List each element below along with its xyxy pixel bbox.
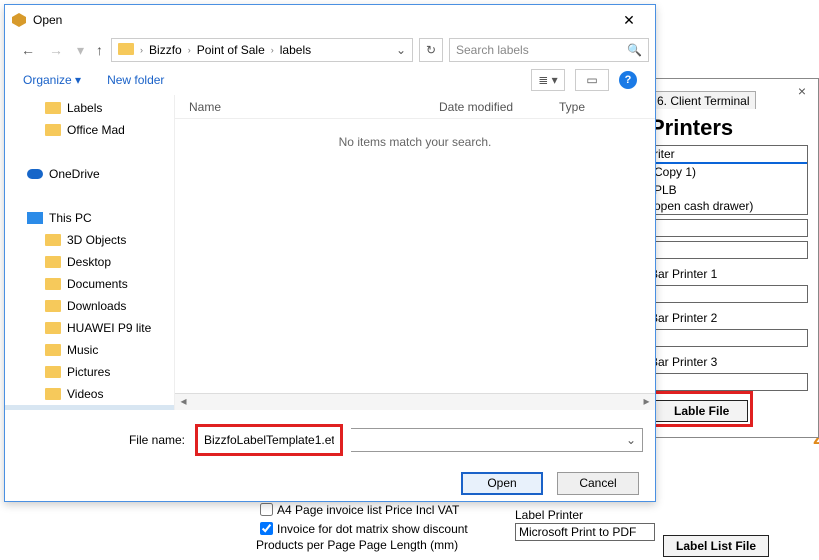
list-item[interactable]: riter: [651, 146, 807, 162]
tree-item[interactable]: OneDrive: [5, 163, 174, 185]
chevron-down-icon[interactable]: ⌄: [392, 43, 410, 57]
preview-pane-icon[interactable]: ▭: [575, 69, 609, 91]
help-icon[interactable]: ?: [619, 71, 637, 89]
checkbox-dotmatrix-discount[interactable]: Invoice for dot matrix show discount: [256, 519, 468, 538]
breadcrumb[interactable]: Point of Sale: [193, 43, 269, 57]
column-name[interactable]: Name: [189, 100, 439, 114]
address-bar[interactable]: › Bizzfo › Point of Sale › labels ⌄: [111, 38, 413, 62]
bar-printer-1-field[interactable]: [650, 285, 808, 303]
list-item[interactable]: open cash drawer): [651, 198, 807, 214]
printers-list[interactable]: riter Copy 1) PLB open cash drawer): [650, 145, 808, 215]
tree-item[interactable]: Pictures: [5, 361, 174, 383]
tree-item[interactable]: [5, 185, 174, 207]
new-folder-button[interactable]: New folder: [107, 73, 164, 87]
cancel-button[interactable]: Cancel: [557, 472, 639, 495]
folder-icon: [45, 102, 61, 114]
folder-icon: [45, 366, 61, 378]
bar-printer-3-field[interactable]: [650, 373, 808, 391]
breadcrumb[interactable]: labels: [276, 43, 315, 57]
cloud-icon: [27, 169, 43, 179]
organize-menu[interactable]: Organize ▾: [23, 73, 81, 87]
open-dialog: Open ✕ ← → ▾ ↑ › Bizzfo › Point of Sale …: [4, 4, 656, 502]
filetype-dropdown[interactable]: ⌄: [351, 428, 643, 452]
pc-icon: [27, 212, 43, 224]
label-printer-field[interactable]: Microsoft Print to PDF: [515, 523, 655, 541]
folder-icon: [45, 234, 61, 246]
printer-field[interactable]: [650, 241, 808, 259]
tree-item[interactable]: Labels: [5, 97, 174, 119]
label: Products per Page Page Length (mm): [256, 538, 468, 552]
label: Bar Printer 2: [650, 311, 808, 325]
column-date[interactable]: Date modified: [439, 100, 559, 114]
column-type[interactable]: Type: [559, 100, 585, 114]
search-input[interactable]: Search labels 🔍: [449, 38, 649, 62]
folder-icon: [45, 322, 61, 334]
tree-item[interactable]: [5, 141, 174, 163]
chevron-right-icon[interactable]: ›: [186, 45, 193, 55]
tree-item[interactable]: 3D Objects: [5, 229, 174, 251]
tree-item[interactable]: OS (C:): [5, 405, 174, 410]
chevron-right-icon[interactable]: ›: [269, 45, 276, 55]
filename-input[interactable]: [200, 429, 338, 451]
label-list-file-button[interactable]: Label List File: [663, 535, 769, 557]
printer-field[interactable]: [650, 219, 808, 237]
tree-item[interactable]: Documents: [5, 273, 174, 295]
refresh-icon[interactable]: ↻: [419, 38, 443, 62]
tree-item[interactable]: HUAWEI P9 lite: [5, 317, 174, 339]
tree-item[interactable]: Videos: [5, 383, 174, 405]
search-icon: 🔍: [627, 43, 642, 57]
tree-item[interactable]: Downloads: [5, 295, 174, 317]
folder-icon: [45, 388, 61, 400]
chevron-down-icon[interactable]: ▾: [73, 42, 88, 59]
printers-heading: Printers: [650, 115, 808, 141]
folder-icon: [45, 344, 61, 356]
dialog-title: Open: [33, 13, 609, 27]
label: Label Printer: [515, 508, 655, 522]
breadcrumb[interactable]: Bizzfo: [145, 43, 186, 57]
list-item[interactable]: PLB: [651, 182, 807, 198]
nav-forward-icon: →: [45, 42, 67, 58]
tree-item[interactable]: Desktop: [5, 251, 174, 273]
nav-tree[interactable]: LabelsOffice Mad OneDrive This PC3D Object…: [5, 95, 175, 410]
app-icon: [11, 12, 27, 28]
view-icon[interactable]: ≣ ▾: [531, 69, 565, 91]
tab-client-terminal[interactable]: 6. Client Terminal: [650, 91, 756, 109]
label: Bar Printer 3: [650, 355, 808, 369]
close-icon[interactable]: ✕: [609, 12, 649, 29]
bar-printer-2-field[interactable]: [650, 329, 808, 347]
folder-icon: [45, 256, 61, 268]
filename-label: File name:: [17, 433, 187, 447]
tree-item[interactable]: Office Mad: [5, 119, 174, 141]
open-button[interactable]: Open: [461, 472, 543, 495]
folder-icon: [45, 278, 61, 290]
nav-up-icon[interactable]: ↑: [94, 42, 105, 58]
folder-icon: [118, 43, 134, 55]
close-icon[interactable]: ×: [798, 83, 806, 99]
folder-icon: [45, 124, 61, 136]
nav-back-icon[interactable]: ←: [17, 42, 39, 58]
chevron-right-icon[interactable]: ›: [138, 45, 145, 55]
horizontal-scrollbar[interactable]: ◂▸: [175, 393, 655, 410]
tree-item[interactable]: Music: [5, 339, 174, 361]
list-item[interactable]: Copy 1): [651, 164, 807, 180]
empty-message: No items match your search.: [175, 135, 655, 149]
tree-item[interactable]: This PC: [5, 207, 174, 229]
label-file-button[interactable]: Lable File: [655, 400, 748, 422]
folder-icon: [45, 300, 61, 312]
label: Bar Printer 1: [650, 267, 808, 281]
